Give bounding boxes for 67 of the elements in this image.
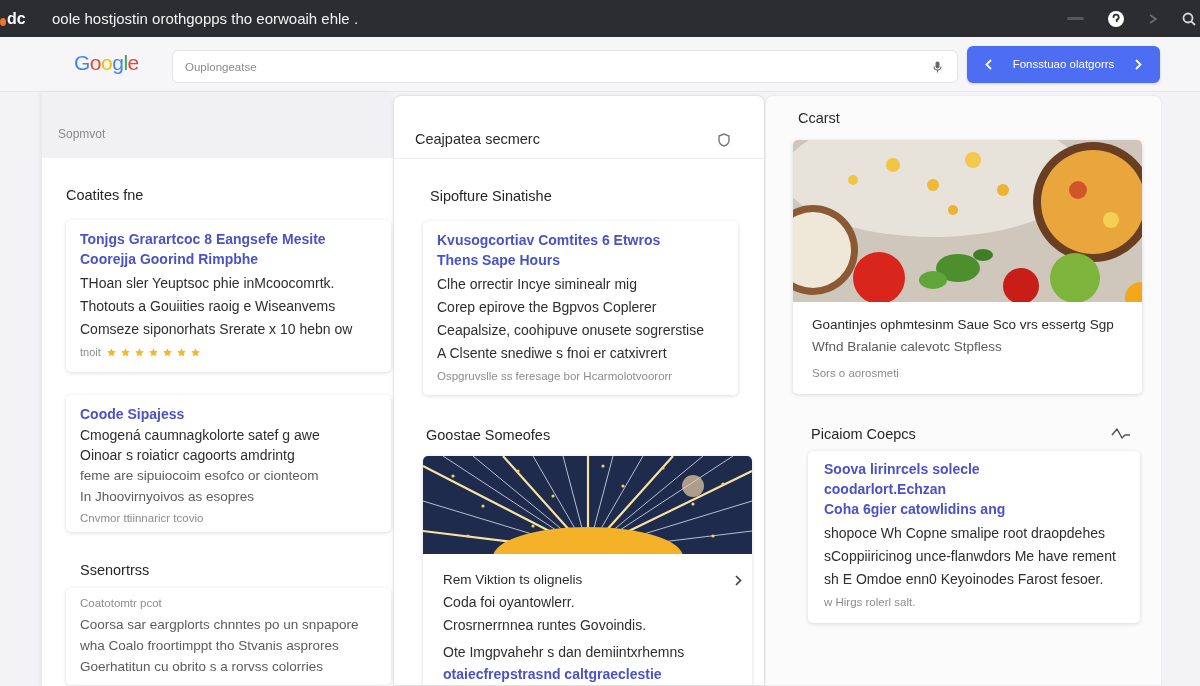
article-link[interactable]: coodarlort.Echzan bbox=[824, 481, 947, 497]
article-link[interactable]: Soova lirinrcels solecle bbox=[824, 461, 980, 477]
article-text: Thotouts a Gouiities raoig e Wiseanvems bbox=[80, 298, 336, 314]
logo-dot-icon bbox=[0, 17, 6, 26]
meta-text: Ospgruvslle ss feresage bor Hcarmolotvoororr bbox=[437, 370, 673, 382]
article-text: Coda foi oyantowlerr. bbox=[443, 594, 575, 610]
article-link[interactable]: Kvusogcortiav Comtites 6 Etwros bbox=[437, 232, 661, 248]
star-icon bbox=[162, 348, 172, 357]
article-text: Crosrnerrnnea runtes Govoindis. bbox=[443, 617, 647, 633]
article-text: Clhe orrectir Incye siminealr mig bbox=[437, 276, 637, 292]
chevron-left-icon bbox=[985, 58, 992, 70]
article-text: Comseze siponorhats Srerate x 10 hebn ow bbox=[80, 321, 353, 337]
article-text: In Jhoovirnyoivos as esopres bbox=[80, 489, 255, 504]
article-link[interactable]: Coha 6gier catowlidins ang bbox=[824, 501, 1006, 517]
mic-icon[interactable] bbox=[933, 61, 942, 73]
section-title: Goostae Someofes bbox=[426, 427, 551, 443]
article-text: Ote Imgpvahehr s dan demiintxrhemns bbox=[443, 644, 685, 660]
section-title: Ssenortrss bbox=[80, 562, 150, 578]
article-heading: Goantinjes ophmtesinm Saue Sco vrs essertg Sgp bbox=[812, 316, 1114, 334]
search-field[interactable]: Ouplongeatse bbox=[172, 50, 958, 83]
app-logo: dc bbox=[7, 9, 26, 28]
shield-icon[interactable] bbox=[718, 133, 730, 147]
article-link[interactable]: Thens Sape Hours bbox=[437, 252, 560, 268]
star-icon bbox=[176, 348, 186, 357]
article-text: Corep epirove the Bgpvos Coplerer bbox=[437, 299, 657, 315]
star-icon bbox=[120, 348, 130, 357]
article-text: feme are sipuiocoim esofco or cionteom bbox=[80, 468, 319, 483]
meta-text: Coatotomtr pcot bbox=[80, 597, 162, 609]
article-text: Coorsa sar eargplorts chnntes po un snpapore bbox=[80, 617, 359, 632]
article-text: shopoce Wh Copne smalipe root draopdehes bbox=[824, 525, 1105, 541]
panel-title: Ccarst bbox=[798, 110, 840, 126]
search-logo[interactable]: Google bbox=[74, 50, 172, 75]
article-link[interactable]: Coorejja Goorind Rimpbhe bbox=[80, 251, 259, 267]
article-text: Goerhatitun cu obrito s a rorvss colorries bbox=[80, 659, 324, 674]
categories-button[interactable]: Fonsstuao olatgorrs bbox=[967, 45, 1160, 83]
article-text: sCoppiiricinog unce-flanwdors Me have rement bbox=[824, 548, 1116, 564]
section-title: Picaiom Coepcs bbox=[811, 426, 916, 442]
article-link[interactable]: Tonjgs Grarartcoc 8 Eangsefe Mesite bbox=[80, 231, 326, 247]
article-text: Cmogená caumnagkolorte satef g awe bbox=[80, 427, 320, 443]
meta-text: Cnvmor ttiinnaricr tcovio bbox=[80, 512, 204, 524]
panel-title: Ceajpatea secmerc bbox=[415, 131, 540, 147]
star-icon bbox=[106, 348, 116, 357]
section-title: Sipofture Sinatishe bbox=[430, 188, 552, 204]
article-text: wha Coalo froortimppt tho Stvanis asprores bbox=[80, 638, 339, 653]
trend-line-icon[interactable] bbox=[1111, 427, 1131, 441]
chevron-icon[interactable] bbox=[735, 574, 742, 586]
star-icon bbox=[148, 348, 158, 357]
article-link[interactable]: otaiecfrepstrasnd caltgraeclestie bbox=[443, 666, 662, 682]
article-text: Ceapalsize, coohipuve onusete sogrerstise bbox=[437, 322, 704, 338]
article-text: sh E Omdoe enn0 Keyoinodes Farost fesoer. bbox=[824, 571, 1104, 587]
star-icon bbox=[190, 348, 200, 357]
article-text: Wfnd Bralanie calevotc Stpfless bbox=[812, 339, 1002, 354]
article-heading: Rem Viktion ts olignelis bbox=[443, 571, 583, 589]
section-title: Coatites fne bbox=[66, 187, 144, 203]
chevron-right-icon bbox=[1135, 58, 1142, 70]
article-text: THoan sler Yeuptsoc phie inMcoocomrtk. bbox=[80, 275, 335, 291]
article-text: A Clsente snediwe s fnoi er catxivrert bbox=[437, 345, 667, 361]
panel-title: Sopmvot bbox=[58, 127, 106, 141]
article-link[interactable]: Coode Sipajess bbox=[80, 406, 185, 422]
star-icon bbox=[134, 348, 144, 357]
article-text: Oinoar s roiaticr cagoorts amdrintg bbox=[80, 447, 295, 463]
meta-text: w Hirgs rolerl salt. bbox=[824, 596, 916, 608]
rating-label: tnoit bbox=[80, 345, 101, 360]
circle-icon[interactable] bbox=[1108, 10, 1124, 27]
search-icon[interactable] bbox=[1182, 11, 1196, 26]
meta-text: Sors o aorosmeti bbox=[812, 367, 899, 379]
page-title: oole hostjostin orothgopps tho eorwoaih ehle . bbox=[52, 10, 359, 27]
